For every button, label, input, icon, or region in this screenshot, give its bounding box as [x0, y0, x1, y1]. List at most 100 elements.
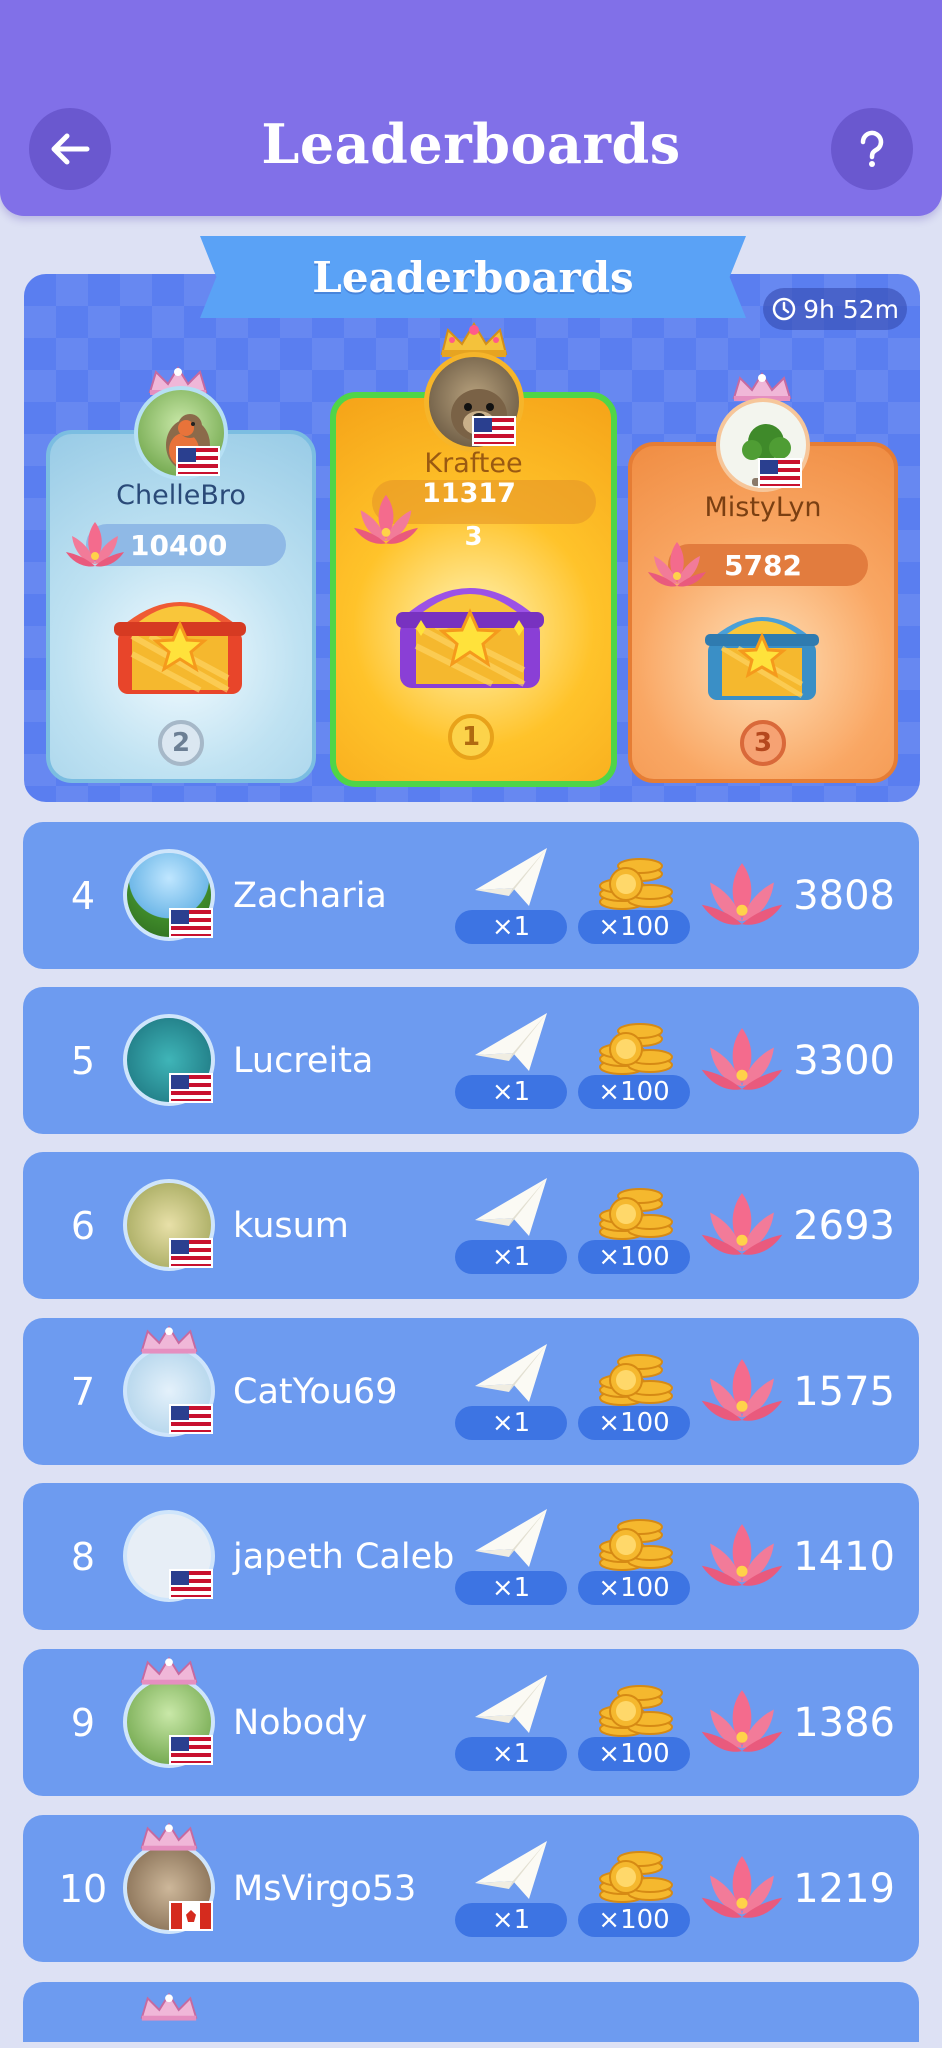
flag-us-icon — [758, 458, 802, 488]
reward-coins-count: ×100 — [578, 1406, 690, 1440]
season-timer: 9h 52m — [763, 288, 907, 330]
rank-number: 10 — [58, 1866, 108, 1911]
reward-plane-count: ×1 — [455, 1075, 567, 1109]
reward-plane-count: ×1 — [455, 1571, 567, 1605]
flag-us-icon — [169, 1569, 213, 1599]
player-score: 3300 — [793, 1037, 895, 1084]
paper-plane-icon — [469, 1837, 553, 1905]
rank-number: 7 — [70, 1369, 96, 1414]
reward-coins-count: ×100 — [578, 1737, 690, 1771]
reward-coins-count: ×100 — [578, 1075, 690, 1109]
list-item[interactable]: 4 Zacharia ×1 ×100 3808 — [23, 822, 919, 969]
paper-plane-icon — [469, 1671, 553, 1739]
player-name: Zacharia — [233, 875, 387, 916]
timer-text: 9h 52m — [803, 294, 899, 324]
reward-coins-count: ×100 — [578, 1571, 690, 1605]
crown-icon — [138, 1323, 200, 1357]
reward-coins: ×100 — [578, 1174, 690, 1274]
app-header: Leaderboards — [0, 0, 942, 216]
clock-icon — [772, 297, 796, 321]
list-item[interactable]: 6 kusum ×1 ×100 2693 — [23, 1152, 919, 1299]
reward-coins: ×100 — [578, 1340, 690, 1440]
player-score: 1575 — [793, 1368, 895, 1415]
rank-medal-third: 3 — [740, 720, 786, 766]
flag-us-icon — [169, 1238, 213, 1268]
reward-coins: ×100 — [578, 1671, 690, 1771]
lotus-icon — [699, 1182, 785, 1268]
reward-coins: ×100 — [578, 1009, 690, 1109]
list-item[interactable]: 7 CatYou69 ×1 ×100 1575 — [23, 1318, 919, 1465]
reward-plane-count: ×1 — [455, 1737, 567, 1771]
page-title: Leaderboards — [261, 112, 681, 176]
player-name: kusum — [233, 1205, 349, 1246]
player-name: Lucreita — [233, 1040, 374, 1081]
player-name: japeth Caleb — [233, 1536, 455, 1577]
flag-us-icon — [169, 1073, 213, 1103]
list-item[interactable]: 5 Lucreita ×1 ×100 3300 — [23, 987, 919, 1134]
crown-icon — [138, 1990, 200, 2024]
list-item[interactable]: 8 japeth Caleb ×1 ×100 1410 — [23, 1483, 919, 1630]
flag-us-icon — [176, 446, 220, 476]
flag-ca-icon — [169, 1901, 213, 1931]
rank-number: 6 — [70, 1203, 96, 1248]
coin-stack-icon — [592, 1505, 676, 1573]
podium-card-first[interactable]: Kraftee 11317 3 1 — [330, 322, 617, 787]
flag-us-icon — [169, 1404, 213, 1434]
crown-icon — [138, 1820, 200, 1854]
treasure-chest-icon — [702, 596, 822, 704]
player-score: 1410 — [793, 1533, 895, 1580]
reward-plane-count: ×1 — [455, 1903, 567, 1937]
reward-plane: ×1 — [455, 1671, 567, 1771]
podium-card-third[interactable]: MistyLyn 5782 3 — [628, 372, 898, 783]
reward-coins: ×100 — [578, 1837, 690, 1937]
coin-stack-icon — [592, 1009, 676, 1077]
reward-coins-count: ×100 — [578, 1240, 690, 1274]
coin-stack-icon — [592, 1340, 676, 1408]
list-item[interactable]: 10 MsVirgo53 ×1 ×100 1219 — [23, 1815, 919, 1962]
podium-card-second[interactable]: ChelleBro 10400 2 — [46, 366, 316, 783]
reward-plane: ×1 — [455, 844, 567, 944]
lotus-icon — [350, 486, 422, 550]
rank-number: 5 — [70, 1038, 96, 1083]
lotus-icon — [646, 534, 708, 592]
paper-plane-icon — [469, 1174, 553, 1242]
player-name: Nobody — [233, 1702, 368, 1743]
reward-plane: ×1 — [455, 1174, 567, 1274]
paper-plane-icon — [469, 1340, 553, 1408]
reward-coins-count: ×100 — [578, 910, 690, 944]
crown-icon — [138, 1654, 200, 1688]
lotus-icon — [699, 1017, 785, 1103]
lotus-icon — [699, 1679, 785, 1765]
podium-banner: Leaderboards — [200, 236, 746, 318]
player-score: 1219 — [793, 1865, 895, 1912]
reward-plane-count: ×1 — [455, 910, 567, 944]
reward-plane: ×1 — [455, 1340, 567, 1440]
rank-medal-first: 1 — [448, 714, 494, 760]
player-name: CatYou69 — [233, 1371, 398, 1412]
coin-stack-icon — [592, 844, 676, 912]
reward-coins: ×100 — [578, 1505, 690, 1605]
player-score: 3808 — [793, 872, 895, 919]
flag-us-icon — [169, 1735, 213, 1765]
rank-medal-second: 2 — [158, 720, 204, 766]
coin-stack-icon — [592, 1671, 676, 1739]
reward-plane: ×1 — [455, 1837, 567, 1937]
lotus-icon — [699, 1348, 785, 1434]
player-score: 2693 — [793, 1202, 895, 1249]
treasure-chest-icon — [110, 578, 250, 700]
help-button[interactable] — [831, 108, 913, 190]
list-item-partial[interactable] — [23, 1982, 919, 2042]
rank-number: 4 — [70, 873, 96, 918]
reward-plane: ×1 — [455, 1009, 567, 1109]
player-score: 1386 — [793, 1699, 895, 1746]
podium-name-third: MistyLyn — [704, 492, 822, 523]
list-item[interactable]: 9 Nobody ×1 ×100 1386 — [23, 1649, 919, 1796]
lotus-icon — [64, 514, 126, 572]
player-name: MsVirgo53 — [233, 1868, 417, 1909]
reward-plane-count: ×1 — [455, 1240, 567, 1274]
lotus-icon — [699, 1513, 785, 1599]
rank-number: 8 — [70, 1534, 96, 1579]
coin-stack-icon — [592, 1837, 676, 1905]
reward-plane-count: ×1 — [455, 1406, 567, 1440]
paper-plane-icon — [469, 844, 553, 912]
